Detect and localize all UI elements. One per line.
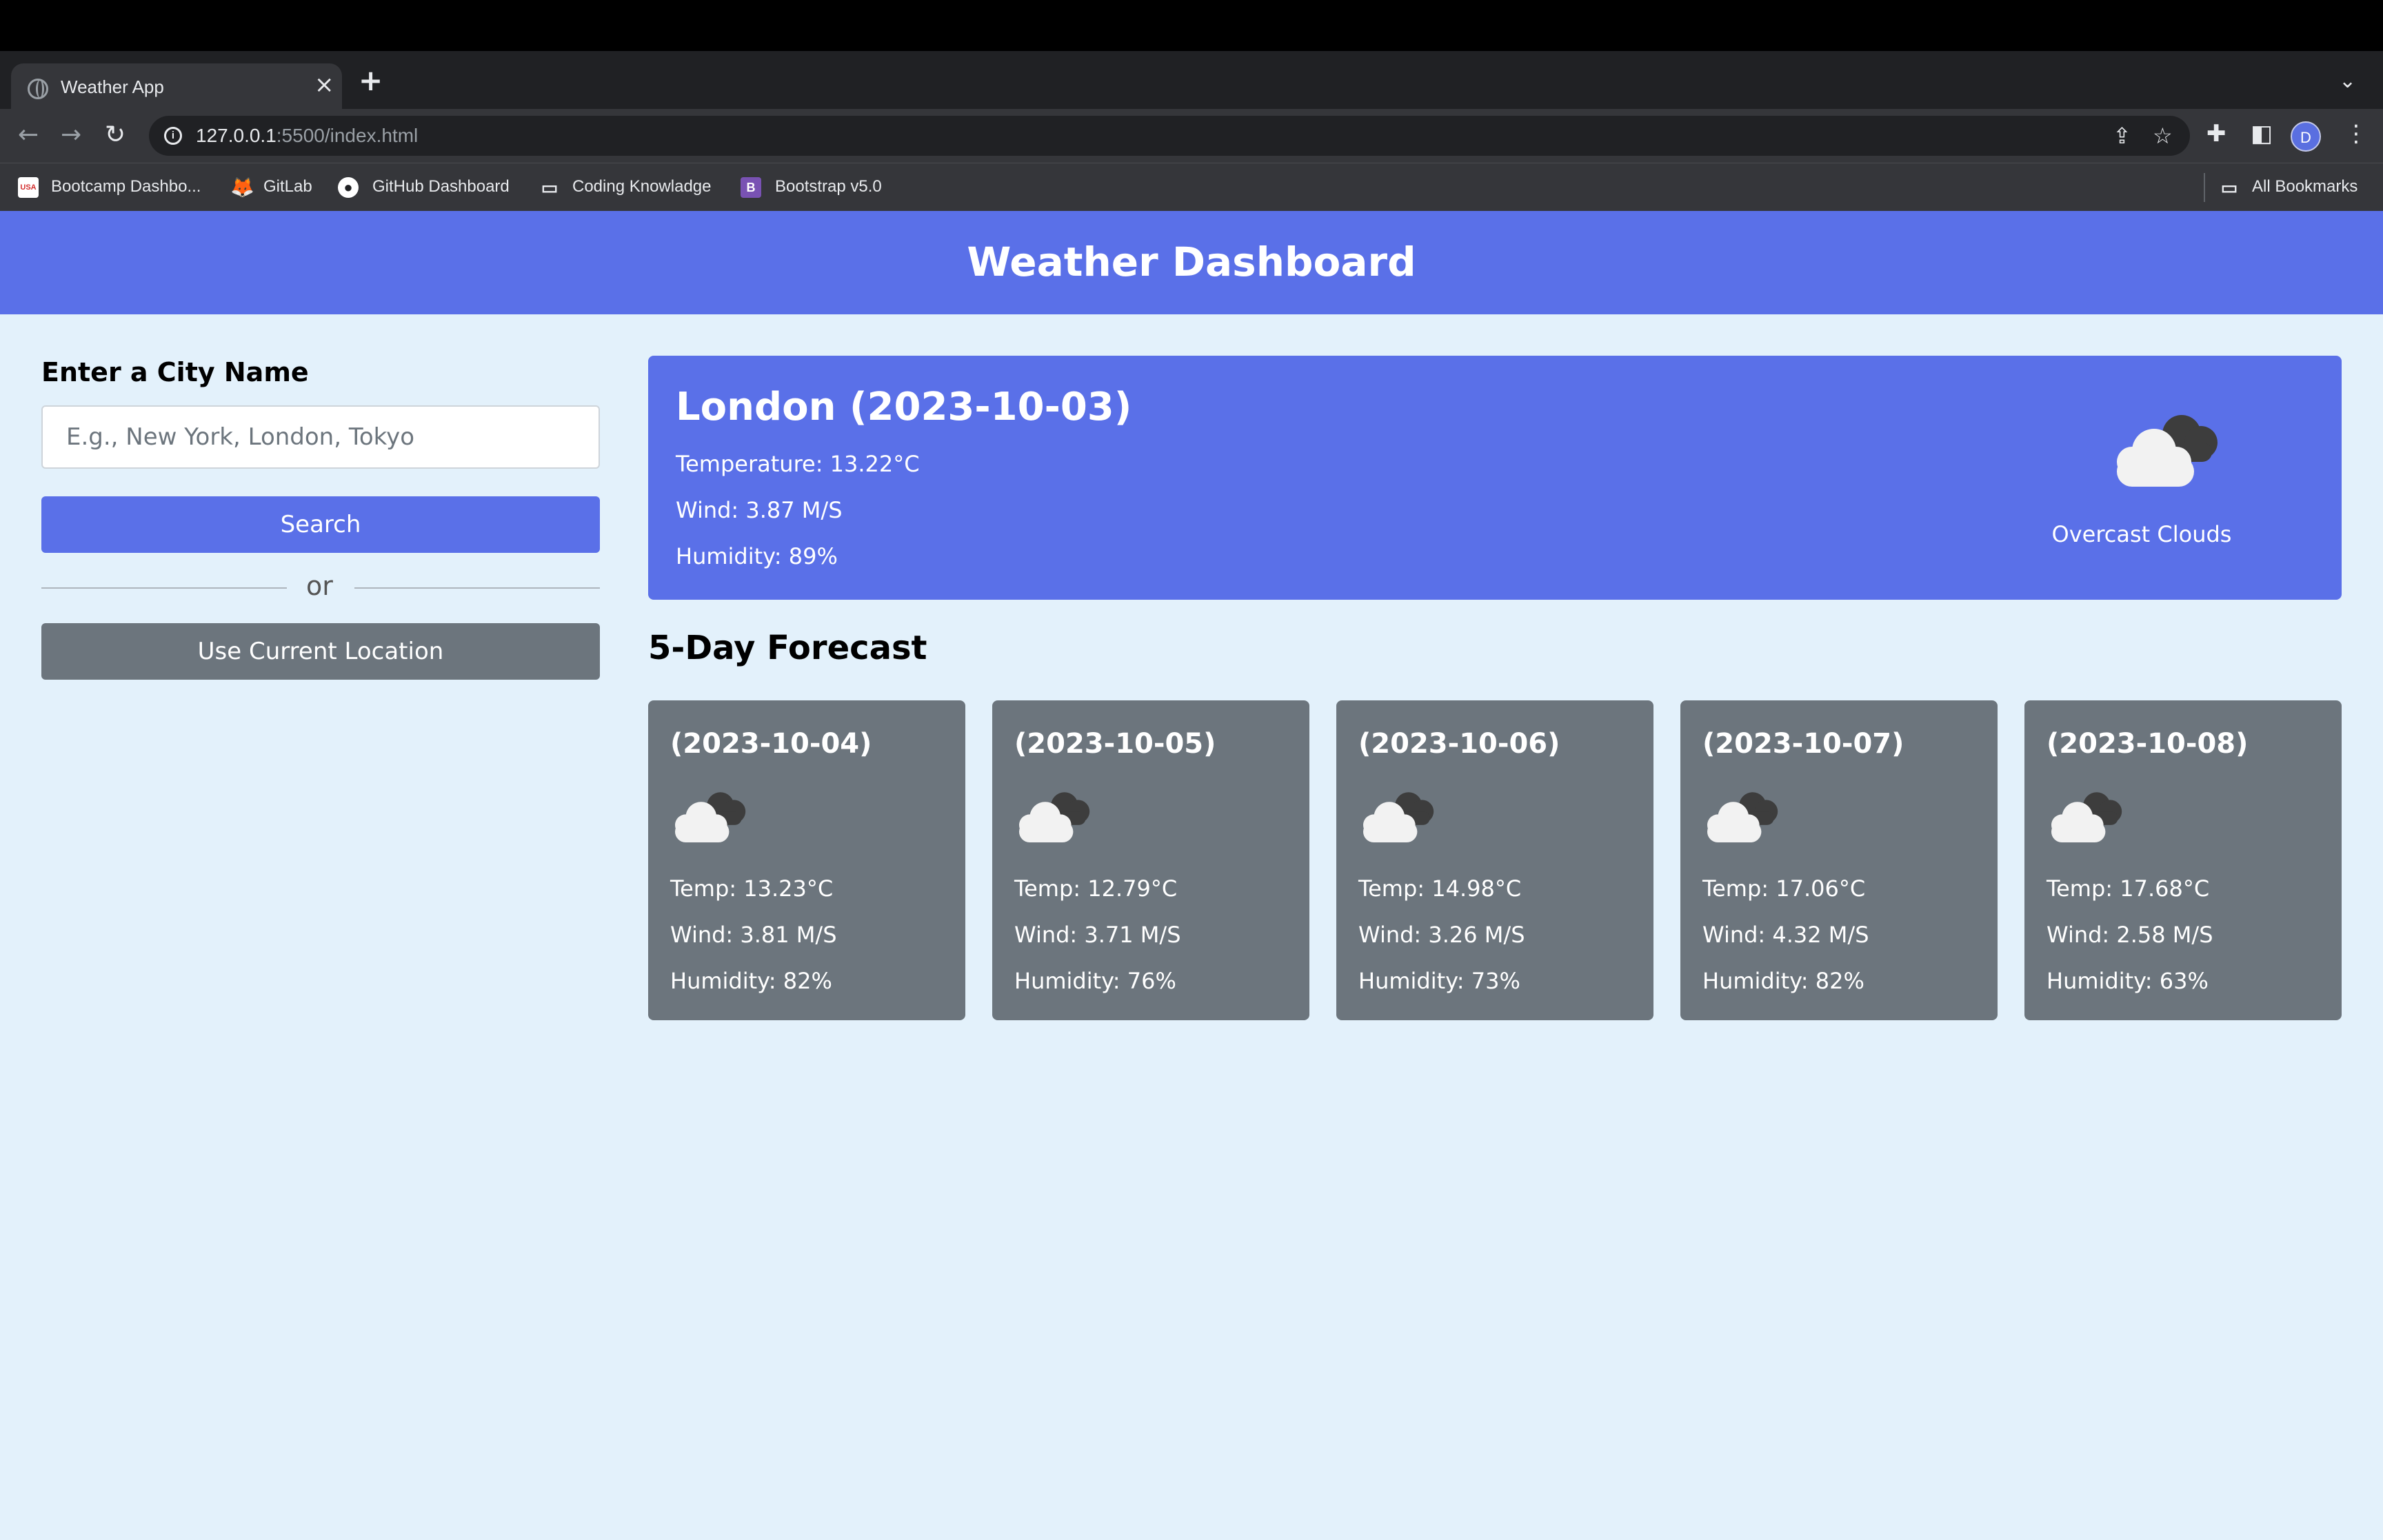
forecast-humidity: Humidity: 63% (2047, 968, 2209, 994)
bookmark-bootstrap[interactable]: Bootstrap v5.0 (775, 177, 882, 196)
current-humidity: Humidity: 89% (676, 543, 838, 569)
url-text: 127.0.0.1:5500/index.html (196, 125, 419, 146)
tab-close-icon[interactable]: × (314, 71, 334, 99)
browser-tab[interactable]: Weather App × (11, 63, 342, 109)
forecast-humidity: Humidity: 82% (670, 968, 832, 994)
bookmarks-bar: USA Bootcamp Dashbo... 🦊 GitLab ● GitHub… (0, 163, 2383, 211)
clouds-icon (2051, 792, 2122, 842)
forecast-temp: Temp: 13.23°C (670, 875, 834, 902)
github-icon: ● (338, 177, 359, 198)
forecast-wind: Wind: 3.26 M/S (1358, 922, 1525, 948)
screen-top-bar (0, 0, 2383, 51)
tab-strip: Weather App × (0, 51, 2383, 109)
clouds-icon (1019, 792, 1090, 842)
bookmark-github[interactable]: GitHub Dashboard (372, 177, 510, 196)
forecast-card: (2023-10-08) Temp: 17.68°C Wind: 2.58 M/… (2024, 700, 2342, 1020)
forecast-date: (2023-10-07) (1702, 728, 1904, 760)
forecast-date: (2023-10-05) (1014, 728, 1216, 760)
tab-title: Weather App (61, 77, 164, 97)
bootstrap-icon: B (741, 177, 761, 198)
overcast-clouds-icon (2117, 415, 2218, 487)
forecast-temp: Temp: 14.98°C (1358, 875, 1522, 902)
clouds-icon (1363, 792, 1434, 842)
tab-search-icon[interactable]: ⌄ (2339, 69, 2356, 93)
all-bookmarks[interactable]: All Bookmarks (2252, 177, 2357, 196)
forecast-card: (2023-10-07) Temp: 17.06°C Wind: 4.32 M/… (1680, 700, 1998, 1020)
kebab-menu-icon[interactable]: ⋮ (2344, 120, 2368, 148)
current-location-button[interactable]: Use Current Location (41, 623, 600, 680)
bootcamp-icon: USA (18, 177, 39, 198)
search-button[interactable]: Search (41, 496, 600, 553)
forecast-humidity: Humidity: 82% (1702, 968, 1864, 994)
current-weather-card: London (2023-10-03) Temperature: 13.22°C… (648, 356, 2342, 600)
current-city-date: London (2023-10-03) (676, 385, 1132, 429)
forecast-date: (2023-10-08) (2047, 728, 2249, 760)
bookmarks-divider (2204, 173, 2205, 202)
forecast-wind: Wind: 4.32 M/S (1702, 922, 1869, 948)
reload-icon[interactable]: ↻ (105, 121, 125, 149)
current-temperature: Temperature: 13.22°C (676, 451, 920, 477)
globe-icon (28, 79, 48, 99)
forecast-humidity: Humidity: 76% (1014, 968, 1176, 994)
forecast-wind: Wind: 3.81 M/S (670, 922, 837, 948)
or-separator: or (306, 571, 333, 601)
extensions-icon[interactable]: ✚ (2206, 120, 2226, 148)
forecast-temp: Temp: 17.68°C (2047, 875, 2210, 902)
divider-right (354, 587, 600, 589)
forecast-title: 5-Day Forecast (648, 629, 927, 667)
page-title: Weather Dashboard (967, 239, 1416, 285)
folder-icon: ▭ (541, 177, 559, 198)
bookmark-coding[interactable]: Coding Knowladge (572, 177, 711, 196)
new-tab-button[interactable]: + (359, 63, 383, 97)
current-wind: Wind: 3.87 M/S (676, 497, 843, 523)
forecast-humidity: Humidity: 73% (1358, 968, 1520, 994)
bookmark-gitlab[interactable]: GitLab (263, 177, 312, 196)
forecast-temp: Temp: 12.79°C (1014, 875, 1178, 902)
address-bar[interactable]: i 127.0.0.1:5500/index.html ⇪ ☆ (149, 116, 2190, 156)
current-description: Overcast Clouds (2051, 521, 2232, 547)
forecast-card: (2023-10-05) Temp: 12.79°C Wind: 3.71 M/… (992, 700, 1309, 1020)
share-icon[interactable]: ⇪ (2113, 123, 2131, 149)
forecast-card: (2023-10-04) Temp: 13.23°C Wind: 3.81 M/… (648, 700, 965, 1020)
side-panel-icon[interactable]: ◧ (2251, 120, 2273, 148)
clouds-icon (1707, 792, 1778, 842)
bookmark-star-icon[interactable]: ☆ (2153, 123, 2173, 149)
city-search-input[interactable] (41, 405, 600, 469)
forecast-temp: Temp: 17.06°C (1702, 875, 1866, 902)
clouds-icon (675, 792, 746, 842)
profile-avatar[interactable]: D (2291, 121, 2321, 152)
forecast-date: (2023-10-04) (670, 728, 872, 760)
bookmark-bootcamp[interactable]: Bootcamp Dashbo... (51, 177, 201, 196)
all-bookmarks-folder-icon: ▭ (2220, 177, 2238, 198)
forecast-card: (2023-10-06) Temp: 14.98°C Wind: 3.26 M/… (1336, 700, 1653, 1020)
gitlab-icon: 🦊 (230, 176, 254, 198)
page-header: Weather Dashboard (0, 211, 2383, 314)
divider-left (41, 587, 287, 589)
forecast-wind: Wind: 3.71 M/S (1014, 922, 1181, 948)
forecast-wind: Wind: 2.58 M/S (2047, 922, 2213, 948)
city-heading: Enter a City Name (41, 357, 309, 387)
back-arrow-icon[interactable]: ← (18, 121, 39, 149)
forward-arrow-icon[interactable]: → (61, 121, 81, 149)
browser-toolbar: ← → ↻ i 127.0.0.1:5500/index.html ⇪ ☆ ✚ … (0, 109, 2383, 163)
forecast-date: (2023-10-06) (1358, 728, 1560, 760)
site-info-icon[interactable]: i (164, 127, 182, 145)
